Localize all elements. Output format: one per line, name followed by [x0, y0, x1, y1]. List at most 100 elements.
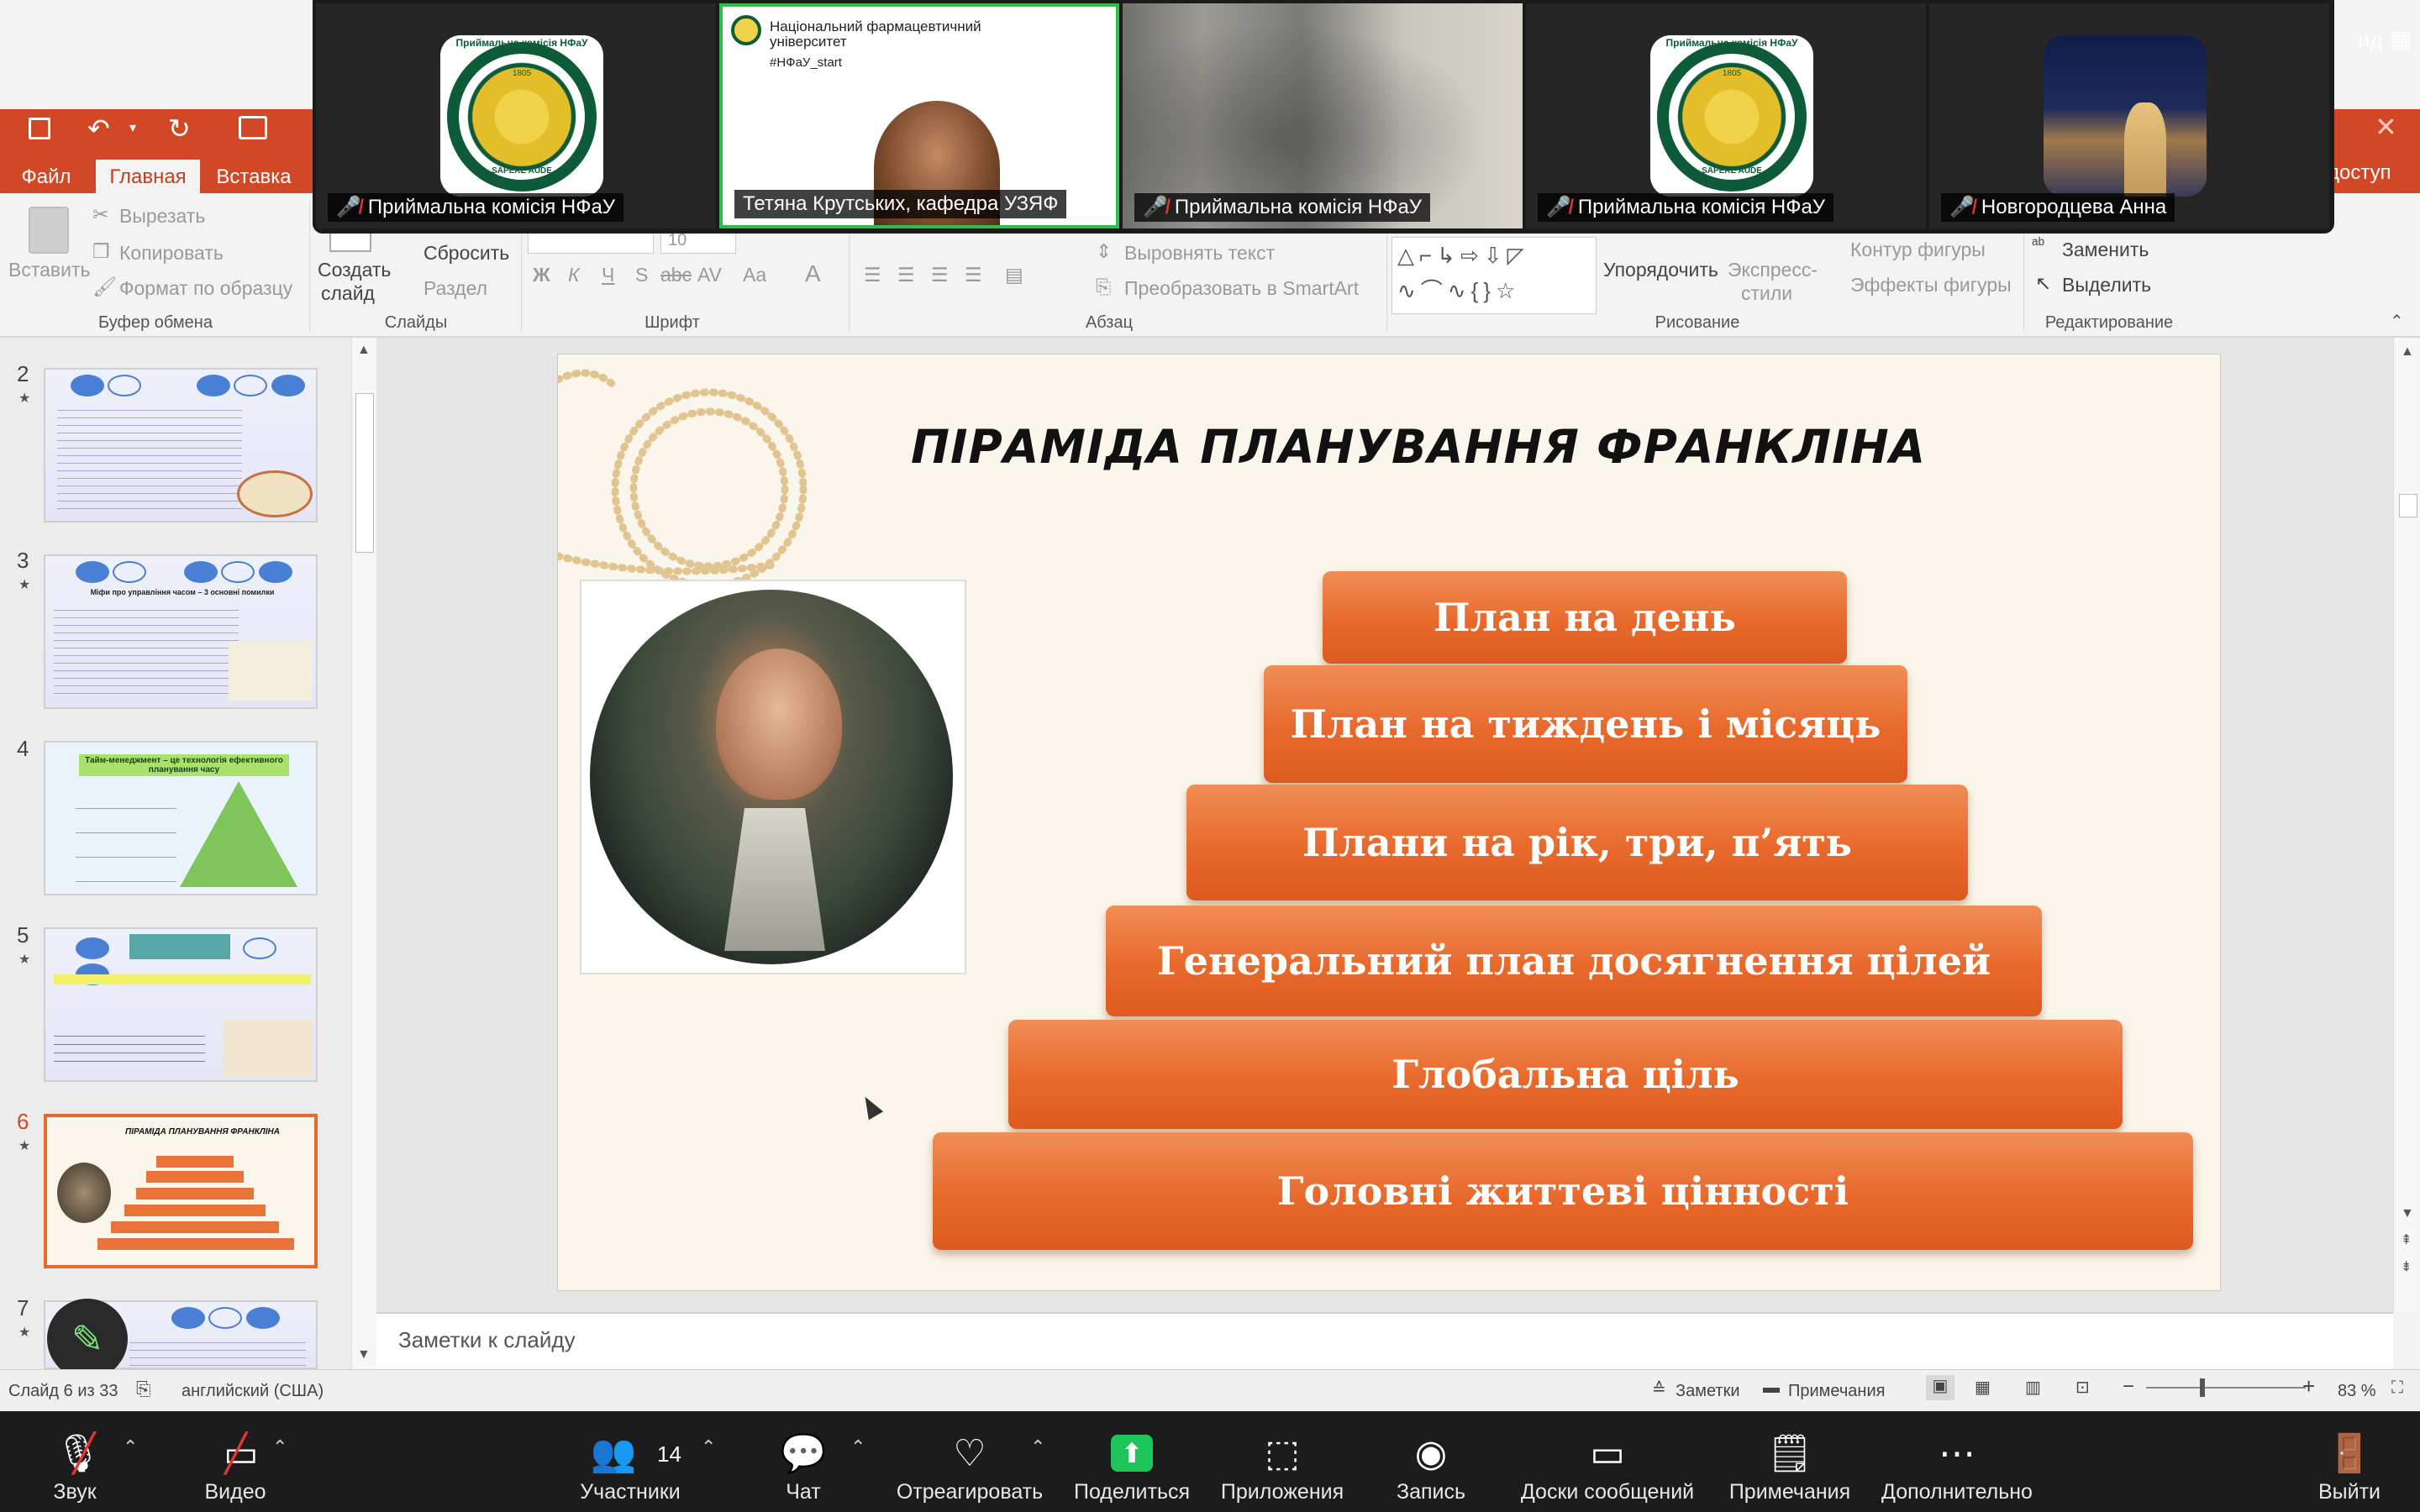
undo-dropdown-icon[interactable]: ▾: [129, 119, 136, 136]
participant-tile[interactable]: 🎤̸ Новгородцева Анна: [1929, 3, 2329, 228]
replace-button[interactable]: Заменить: [2062, 239, 2149, 261]
language-indicator[interactable]: английский (США): [182, 1382, 324, 1401]
scroll-up-icon[interactable]: ▲: [357, 343, 371, 358]
align-left-icon[interactable]: ☰: [864, 264, 881, 286]
scroll-down-icon[interactable]: ▼: [2401, 1206, 2414, 1221]
columns-icon[interactable]: ▤: [1005, 264, 1023, 286]
shape-effects-button[interactable]: Эффекты фигуры: [1850, 274, 2012, 297]
font-color-button[interactable]: A: [805, 260, 821, 287]
scroll-down-icon[interactable]: ▼: [357, 1347, 371, 1362]
participants-chevron-icon[interactable]: ⌃: [701, 1436, 716, 1458]
align-text-button[interactable]: Выровнять текст: [1124, 242, 1275, 265]
paste-icon[interactable]: [29, 207, 69, 254]
slide-thumbnail-4[interactable]: Тайм-менеджмент – це технологія ефективн…: [44, 741, 318, 895]
scroll-up-icon[interactable]: ▲: [2401, 344, 2414, 360]
notes-button[interactable]: 🗒 Примечания: [1723, 1411, 1857, 1512]
align-center-icon[interactable]: ☰: [897, 264, 915, 286]
save-icon[interactable]: [29, 118, 50, 139]
redo-icon[interactable]: ↻: [168, 113, 191, 144]
shapes-gallery[interactable]: △⌐↳⇨⇩◸ ∿⌒∿{}☆: [1392, 237, 1597, 314]
pyramid-level-1[interactable]: План на день: [1323, 571, 1847, 664]
close-icon[interactable]: ✕: [2375, 111, 2397, 143]
scroll-thumb[interactable]: [2399, 494, 2417, 517]
cut-button[interactable]: Вырезать: [119, 205, 205, 228]
slide-sorter-icon[interactable]: ▦: [1975, 1377, 1991, 1398]
zoom-slider-thumb[interactable]: [2200, 1378, 2205, 1397]
franklin-portrait[interactable]: [580, 580, 966, 974]
underline-button[interactable]: Ч: [602, 264, 614, 286]
notes-pane[interactable]: Заметки к слайду: [376, 1312, 2393, 1369]
gallery-view-icon[interactable]: ▦: [2390, 25, 2412, 53]
slide-title[interactable]: ПІРАМІДА ПЛАНУВАННЯ ФРАНКЛІНА: [911, 420, 1925, 474]
audio-options-chevron-icon[interactable]: ⌃: [123, 1436, 138, 1458]
quick-styles-button-line2[interactable]: стили: [1741, 282, 1792, 305]
thumbnails-scrollbar[interactable]: ▲ ▼: [351, 338, 376, 1369]
zoom-level[interactable]: 83 %: [2338, 1382, 2376, 1401]
pyramid-level-5[interactable]: Глобальна ціль: [1008, 1020, 2123, 1129]
slideshow-icon[interactable]: ⊡: [2075, 1377, 2090, 1398]
normal-view-icon[interactable]: ▣: [1926, 1375, 1954, 1400]
pyramid-level-3[interactable]: Плани на рік, три, п’ять: [1186, 785, 1968, 900]
participant-tile[interactable]: Приймальна комісія НФаУ 1805 SAPERE AUDE…: [1526, 3, 1926, 228]
zoom-slider[interactable]: [2146, 1387, 2306, 1389]
participants-button[interactable]: 👥 14 Участники: [571, 1411, 689, 1512]
video-options-chevron-icon[interactable]: ⌃: [272, 1436, 287, 1458]
pyramid-level-4[interactable]: Генеральний план досягнення цілей: [1106, 906, 2042, 1016]
slide-thumbnail-2[interactable]: [44, 368, 318, 522]
new-slide-button[interactable]: Создать: [318, 259, 391, 281]
video-button[interactable]: ▭╱ Видео: [185, 1411, 286, 1512]
participant-tile-active-speaker[interactable]: Національний фармацевтичний університет …: [719, 3, 1119, 228]
change-case-button[interactable]: Aa: [743, 264, 766, 286]
presentation-icon[interactable]: [239, 116, 267, 139]
smartart-button[interactable]: Преобразовать в SmartArt: [1124, 277, 1359, 300]
chat-button[interactable]: 💬 Чат: [761, 1411, 845, 1512]
strikethrough-button[interactable]: abc: [660, 264, 692, 286]
participant-tile[interactable]: 🎤̸ Приймальна комісія НФаУ: [1123, 3, 1523, 228]
leave-button[interactable]: 🚪 Выйти: [2307, 1411, 2391, 1512]
editor-scrollbar[interactable]: ▲ ▼ ⇞ ⇟: [2393, 338, 2420, 1312]
apps-button[interactable]: ⬚ Приложения: [1215, 1411, 1349, 1512]
slide-thumbnail-5[interactable]: [44, 927, 318, 1082]
align-right-icon[interactable]: ☰: [931, 264, 949, 286]
audio-button[interactable]: 🎙╱ Звук: [29, 1411, 121, 1512]
collapse-ribbon-icon[interactable]: ⌃: [2390, 311, 2404, 332]
new-slide-button-line2[interactable]: слайд: [321, 282, 375, 305]
scroll-thumb[interactable]: [355, 393, 374, 553]
pyramid-level-6[interactable]: Головні життеві цінності: [933, 1132, 2193, 1250]
notes-toggle-button[interactable]: Заметки: [1676, 1382, 1740, 1401]
annotate-pen-button[interactable]: ✎: [47, 1299, 128, 1379]
zoom-in-icon[interactable]: +: [2302, 1373, 2315, 1399]
tab-insert[interactable]: Вставка: [210, 160, 297, 195]
fit-slide-icon[interactable]: ⛶: [2391, 1378, 2403, 1398]
undo-icon[interactable]: ↶: [87, 113, 110, 144]
tab-file[interactable]: Файл: [8, 160, 84, 195]
next-slide-icon[interactable]: ⇟: [2401, 1258, 2412, 1275]
whiteboards-button[interactable]: ▭ Доски сообщений: [1512, 1411, 1702, 1512]
spellcheck-icon[interactable]: ⎘: [136, 1378, 151, 1400]
zoom-out-icon[interactable]: −: [2123, 1375, 2134, 1399]
react-button[interactable]: ♡ Отреагировать: [887, 1411, 1052, 1512]
previous-slide-icon[interactable]: ⇞: [2401, 1231, 2412, 1248]
select-button[interactable]: Выделить: [2062, 274, 2151, 297]
react-chevron-icon[interactable]: ⌃: [1030, 1436, 1045, 1458]
participant-tile[interactable]: Приймальна комісія НФаУ 1805 SAPERE AUDE…: [316, 3, 716, 228]
reset-button[interactable]: Сбросить: [424, 242, 509, 265]
chat-chevron-icon[interactable]: ⌃: [850, 1436, 865, 1458]
quick-styles-button[interactable]: Экспресс-: [1728, 259, 1818, 281]
bold-button[interactable]: Ж: [533, 264, 550, 286]
paste-button[interactable]: Вставить: [8, 259, 91, 281]
record-button[interactable]: ◉ Запись: [1375, 1411, 1487, 1512]
share-screen-button[interactable]: ⬆ Поделиться: [1064, 1411, 1200, 1512]
comments-button[interactable]: Примечания: [1788, 1382, 1885, 1401]
zoom-top-right-label[interactable]: ид: [2358, 27, 2383, 53]
tab-home[interactable]: Главная: [96, 160, 200, 195]
italic-button[interactable]: К: [568, 264, 580, 286]
slide-thumbnail-6[interactable]: ПІРАМІДА ПЛАНУВАННЯ ФРАНКЛІНА: [44, 1114, 318, 1268]
shape-outline-button[interactable]: Контур фигуры: [1850, 239, 1986, 261]
arrange-button[interactable]: Упорядочить: [1603, 259, 1718, 281]
pyramid-level-2[interactable]: План на тиждень і місяць: [1264, 665, 1907, 783]
justify-icon[interactable]: ☰: [965, 264, 982, 286]
reading-view-icon[interactable]: ▥: [2025, 1377, 2041, 1398]
slide-thumbnail-3[interactable]: Міфи про управління часом – 3 основні по…: [44, 554, 318, 709]
char-spacing-button[interactable]: AV: [697, 264, 722, 286]
